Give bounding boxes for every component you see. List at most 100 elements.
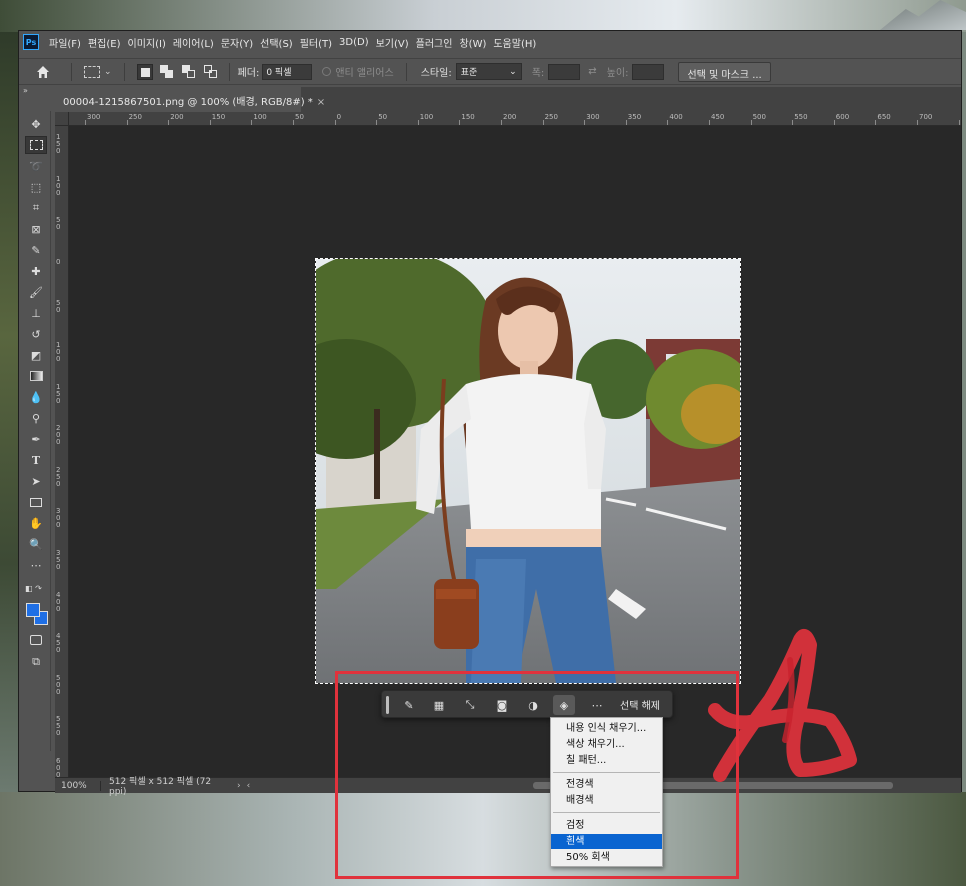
- menu-type[interactable]: 문자(Y): [221, 35, 253, 50]
- subtract-from-selection-icon[interactable]: [181, 64, 197, 80]
- dodge-tool-icon[interactable]: ⚲: [25, 409, 47, 427]
- swap-dimensions-icon[interactable]: ⇄: [588, 66, 596, 77]
- ruler-h-tick: [584, 120, 586, 125]
- ruler-v-label: 300: [56, 507, 61, 530]
- height-input[interactable]: [632, 63, 665, 80]
- clone-stamp-tool-icon[interactable]: ⊥: [25, 304, 47, 322]
- ruler-h-tick: [542, 120, 544, 125]
- path-selection-tool-icon[interactable]: ➤: [25, 472, 47, 490]
- move-tool-icon[interactable]: ✥: [25, 115, 47, 133]
- menu-layer[interactable]: 레이어(L): [173, 35, 214, 50]
- zoom-tool-icon[interactable]: 🔍: [25, 535, 47, 553]
- menu-3d[interactable]: 3D(D): [339, 37, 369, 48]
- ruler-origin[interactable]: [55, 112, 69, 126]
- status-prev-icon[interactable]: ‹: [247, 781, 251, 791]
- crop-tool-icon[interactable]: ⌗: [25, 199, 47, 217]
- menu-view[interactable]: 보기(V): [376, 35, 409, 50]
- document-image: [316, 259, 740, 683]
- menu-filter[interactable]: 필터(T): [300, 35, 332, 50]
- more-tools-icon[interactable]: ⋯: [25, 556, 47, 574]
- history-brush-tool-icon[interactable]: ↺: [25, 325, 47, 343]
- select-subject-icon[interactable]: ▦: [428, 695, 450, 715]
- home-icon[interactable]: [35, 64, 51, 80]
- panel-collapse-icon[interactable]: »: [19, 86, 55, 98]
- fill-dropdown-menu: 내용 인식 채우기... 색상 채우기... 칠 패턴... 전경색 배경색 검…: [550, 717, 663, 867]
- wallpaper-trees: [0, 32, 18, 792]
- blur-tool-icon[interactable]: 💧: [25, 388, 47, 406]
- default-colors-icon[interactable]: ◧ ↷: [25, 579, 47, 597]
- hand-tool-icon[interactable]: ✋: [25, 514, 47, 532]
- eyedropper-tool-icon[interactable]: ✎: [25, 241, 47, 259]
- ruler-h-label: 450: [711, 113, 725, 121]
- ruler-h-tick: [792, 120, 794, 125]
- ruler-h-tick: [625, 120, 627, 125]
- ruler-v-label: 600: [56, 757, 61, 778]
- ruler-h-label: 200: [503, 113, 517, 121]
- antialias-label: 앤티 앨리어스: [335, 68, 394, 79]
- menu-item-color-fill[interactable]: 색상 채우기...: [551, 737, 662, 752]
- frame-tool-icon[interactable]: ⊠: [25, 220, 47, 238]
- menu-item-white[interactable]: 흰색: [551, 834, 662, 849]
- rectangle-tool-icon[interactable]: [25, 493, 47, 511]
- add-to-selection-icon[interactable]: [159, 64, 175, 80]
- menu-plugins[interactable]: 플러그인: [416, 35, 453, 50]
- document-tab[interactable]: 00004-1215867501.png @ 100% (배경, RGB/8#)…: [55, 87, 325, 112]
- rectangular-marquee-tool-icon[interactable]: [25, 136, 47, 154]
- mask-icon[interactable]: ◙: [491, 695, 513, 715]
- deselect-button[interactable]: 선택 해제: [620, 697, 660, 712]
- horizontal-ruler[interactable]: 300 250 200 150 100 50 0 50 100 150 200 250 300 350 40…: [69, 112, 961, 126]
- more-icon[interactable]: ⋯: [586, 695, 608, 715]
- transform-icon[interactable]: ⤡: [459, 695, 481, 715]
- menu-item-content-aware-fill[interactable]: 내용 인식 채우기...: [551, 721, 662, 736]
- antialias-checkbox[interactable]: [322, 67, 332, 76]
- feather-input[interactable]: [262, 63, 313, 80]
- menu-item-black[interactable]: 검정: [551, 818, 662, 833]
- chevron-down-icon[interactable]: ⌄: [104, 67, 112, 77]
- eraser-tool-icon[interactable]: ◩: [25, 346, 47, 364]
- ruler-h-tick: [251, 120, 253, 125]
- photoshop-logo-icon[interactable]: Ps: [23, 34, 39, 50]
- menu-item-fill-pattern[interactable]: 칠 패턴...: [551, 753, 662, 768]
- task-bar-grip-handle[interactable]: [386, 696, 389, 714]
- menu-help[interactable]: 도움말(H): [493, 35, 536, 50]
- object-selection-tool-icon[interactable]: ⬚: [25, 178, 47, 196]
- brush-tool-icon[interactable]: 🖌: [25, 283, 47, 301]
- style-select[interactable]: 표준 ⌄: [455, 63, 522, 80]
- generative-brush-icon[interactable]: ✎: [398, 695, 420, 715]
- adjustment-icon[interactable]: ◑: [522, 695, 544, 715]
- menu-edit[interactable]: 편집(E): [88, 35, 121, 50]
- ruler-h-label: 550: [794, 113, 808, 121]
- ruler-h-label: 100: [253, 113, 267, 121]
- new-selection-icon[interactable]: [136, 63, 153, 80]
- quick-mask-icon[interactable]: [25, 631, 47, 649]
- ruler-h-label: 650: [877, 113, 891, 121]
- fill-icon[interactable]: ◈: [553, 695, 575, 715]
- healing-brush-tool-icon[interactable]: ✚: [25, 262, 47, 280]
- menu-window[interactable]: 창(W): [459, 35, 486, 50]
- select-and-mask-button[interactable]: 선택 및 마스크 ...: [678, 61, 771, 82]
- vertical-ruler[interactable]: 150 100 50 0 50 100 150 200 250 300 350 400 450 500 55…: [55, 126, 69, 777]
- status-next-icon[interactable]: ›: [237, 781, 241, 791]
- width-input[interactable]: [548, 63, 581, 80]
- menu-file[interactable]: 파일(F): [49, 35, 81, 50]
- ruler-h-label: 150: [461, 113, 475, 121]
- menu-item-background-color[interactable]: 배경색: [551, 793, 662, 808]
- marquee-preset-icon[interactable]: [84, 65, 100, 78]
- menu-select[interactable]: 선택(S): [260, 35, 293, 50]
- lasso-tool-icon[interactable]: ➰: [25, 157, 47, 175]
- ruler-h-label: 100: [419, 113, 434, 121]
- menu-item-foreground-color[interactable]: 전경색: [551, 777, 662, 792]
- ruler-h-tick: [417, 120, 419, 125]
- menu-item-50-gray[interactable]: 50% 회색: [551, 850, 662, 865]
- gradient-tool-icon[interactable]: [25, 367, 47, 385]
- pen-tool-icon[interactable]: ✒: [25, 430, 47, 448]
- foreground-color-swatch[interactable]: [26, 603, 40, 617]
- zoom-level[interactable]: 100%: [55, 780, 101, 791]
- close-icon[interactable]: ×: [317, 97, 325, 108]
- canvas-area[interactable]: 300 250 200 150 100 50 0 50 100 150 200 250 300 350 40…: [55, 112, 961, 777]
- intersect-selection-icon[interactable]: [203, 64, 219, 80]
- ruler-h-label: 0: [336, 113, 342, 121]
- menu-image[interactable]: 이미지(I): [128, 35, 166, 50]
- type-tool-icon[interactable]: T: [25, 451, 47, 469]
- screen-mode-icon[interactable]: ⧉: [25, 653, 47, 671]
